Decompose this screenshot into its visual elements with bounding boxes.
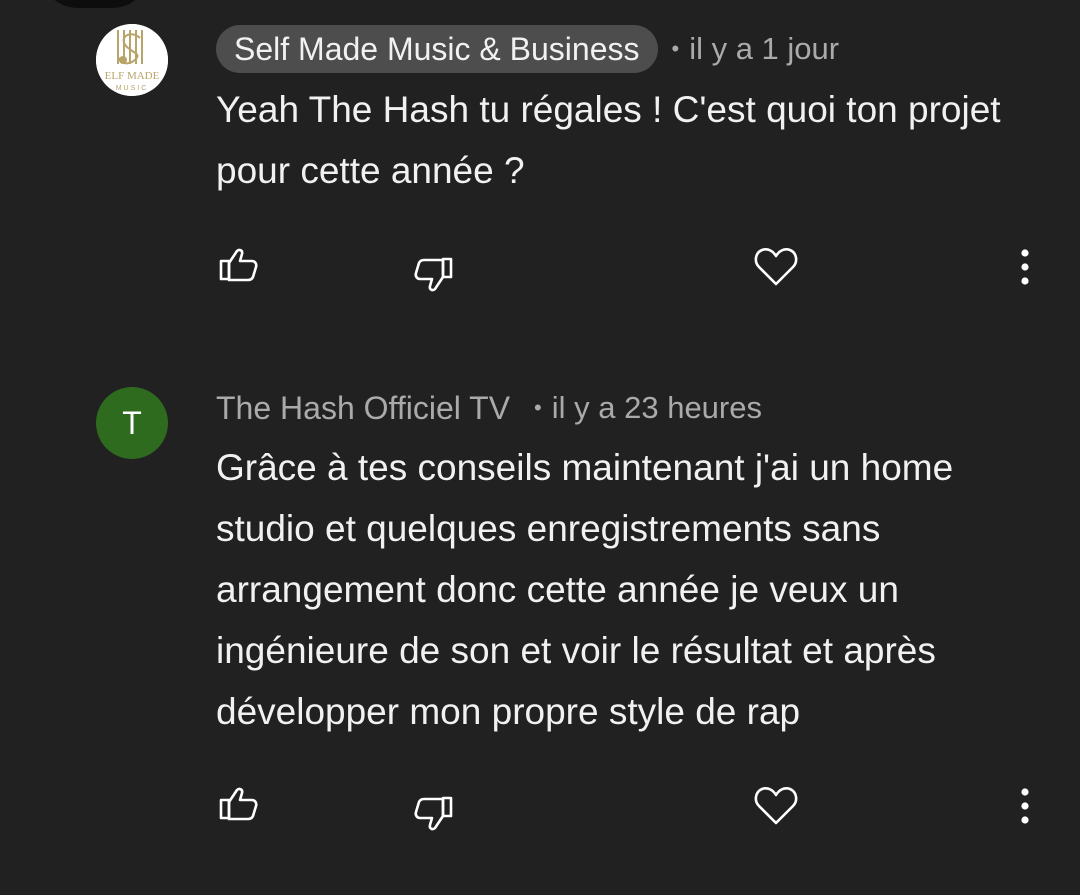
thumbs-up-icon[interactable]: [219, 247, 259, 283]
comment-time: il y a 23 heures: [551, 390, 762, 425]
author-name[interactable]: The Hash Officiel TV: [216, 384, 510, 432]
heart-icon[interactable]: [754, 786, 798, 826]
avatar[interactable]: T: [96, 387, 168, 459]
author-name[interactable]: Self Made Music & Business: [216, 25, 658, 73]
svg-text:ELF MADE: ELF MADE: [105, 70, 160, 82]
thumbs-down-icon[interactable]: [413, 796, 453, 832]
thumbs-up-icon[interactable]: [219, 786, 259, 822]
comment-time: il y a 1 jour: [689, 31, 840, 66]
separator-dot: •: [534, 395, 542, 420]
music-logo-icon: ELF MADE MUSIC: [96, 24, 168, 96]
more-vertical-icon[interactable]: [1020, 788, 1030, 824]
comment-meta: Self Made Music & Business • il y a 1 jo…: [216, 25, 839, 73]
top-shadow: [40, 0, 150, 8]
comment-text: Yeah The Hash tu régales ! C'est quoi to…: [216, 89, 1001, 191]
comment-meta: The Hash Officiel TV • il y a 23 heures: [216, 384, 762, 432]
separator-dot: •: [671, 36, 680, 61]
avatar[interactable]: ELF MADE MUSIC: [96, 24, 168, 96]
svg-text:MUSIC: MUSIC: [116, 85, 149, 92]
more-vertical-icon[interactable]: [1020, 249, 1030, 285]
thumbs-down-icon[interactable]: [413, 257, 453, 293]
comment-text: Grâce à tes conseils maintenant j'ai un …: [216, 447, 954, 732]
heart-icon[interactable]: [754, 247, 798, 287]
